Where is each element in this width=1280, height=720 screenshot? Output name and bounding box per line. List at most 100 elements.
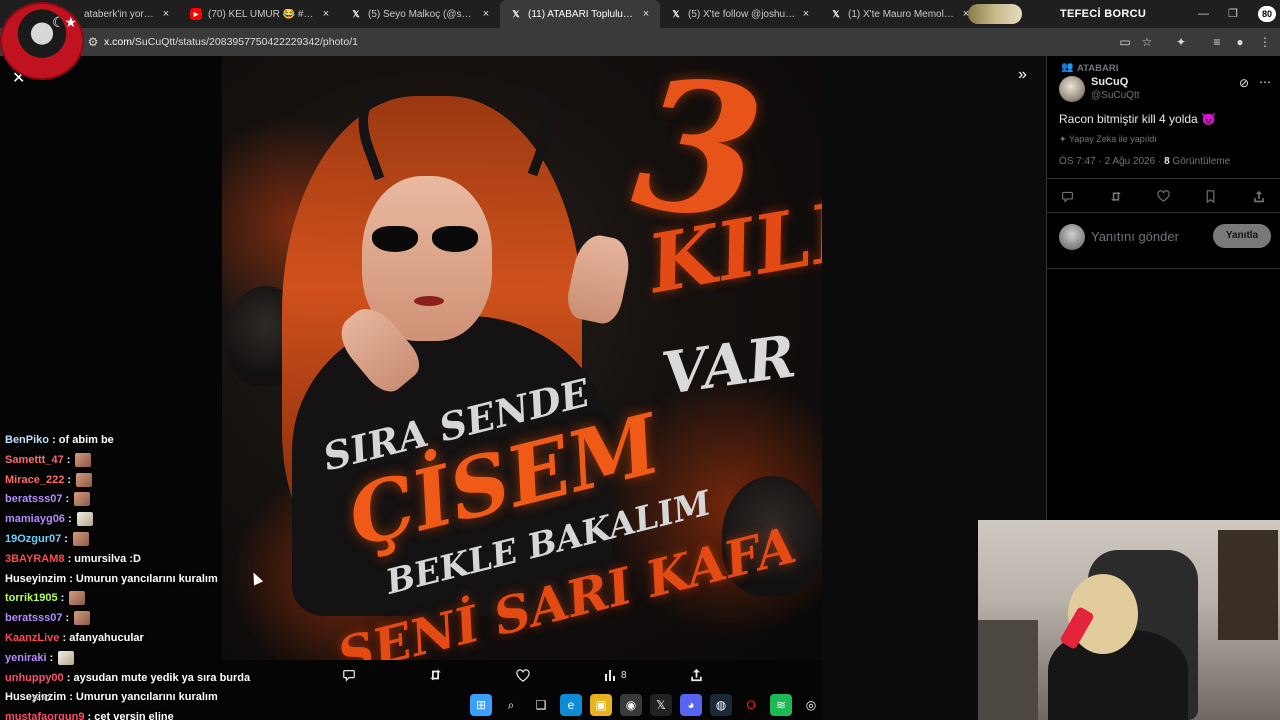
chat-username[interactable]: yeniraki xyxy=(5,652,47,664)
author-avatar[interactable] xyxy=(1059,76,1085,102)
tweet-sidebar: 👥 ATABARI SuCuQ @SuCuQtt ⊘ ⋯ Racon bitmi… xyxy=(1046,56,1280,520)
reply-icon[interactable] xyxy=(1061,190,1074,206)
tab-close-icon[interactable]: × xyxy=(320,8,332,20)
tab-title: (70) KEL UMUR 😂 #ataberkdo xyxy=(208,8,316,20)
site-info-icon[interactable]: ⚙ xyxy=(86,35,100,49)
stream-chat-overlay: BenPiko : of abim be Samettt_47 : Mirace_… xyxy=(0,402,270,720)
obs-icon[interactable]: ◎ xyxy=(800,694,822,716)
edge-icon[interactable]: e xyxy=(560,694,582,716)
profile-icon[interactable]: ● xyxy=(1233,35,1247,49)
chat-username[interactable]: KaanzLive xyxy=(5,632,59,644)
chat-username[interactable]: 3BAYRAM8 xyxy=(5,553,65,565)
grok-icon[interactable]: ⊘ xyxy=(1239,76,1249,90)
discord-icon[interactable]: ◕ xyxy=(680,694,702,716)
windows-start-icon[interactable]: ⊞ xyxy=(470,694,492,716)
menu-icon[interactable]: ⋮ xyxy=(1258,35,1272,49)
chat-separator: : xyxy=(59,632,70,644)
repost-icon[interactable] xyxy=(1109,190,1123,206)
cat-emote-icon xyxy=(58,650,75,665)
chat-separator: : xyxy=(84,711,95,720)
profile-pill[interactable] xyxy=(968,4,1022,24)
chat-separator: : xyxy=(64,552,75,565)
cast-icon[interactable]: ▭ xyxy=(1118,35,1132,49)
chat-username[interactable]: Samettt_47 xyxy=(5,454,64,466)
browser-tab[interactable]: ▶ (70) KEL UMUR 😂 #ataberkdo × xyxy=(180,0,340,28)
chat-message: BenPiko : of abim be xyxy=(5,431,114,449)
browser-tab[interactable]: 𝕏(1) X'te Mauro Memoli: "Star af× xyxy=(820,0,980,28)
chat-username[interactable]: BenPiko xyxy=(5,434,49,446)
share-icon[interactable] xyxy=(690,666,703,684)
file-explorer-icon[interactable]: ▣ xyxy=(590,694,612,716)
x-app-icon[interactable]: 𝕏 xyxy=(650,694,672,716)
reply-input[interactable]: Yanıtını gönder xyxy=(1091,229,1179,244)
tweet-photo[interactable]: 3 KILL VAR SIRA SENDE ÇİSEM BEKLE BAKALI… xyxy=(222,56,822,660)
chat-username[interactable]: Huseyinzim xyxy=(5,573,66,585)
chat-username[interactable]: unhuppy00 xyxy=(5,672,64,684)
browser-tab[interactable]: 𝕏 (5) Seyo Malkoç (@seyooo06) / × xyxy=(340,0,500,28)
steam-icon[interactable]: ◍ xyxy=(710,694,732,716)
chat-message: torrik1905 : xyxy=(5,589,86,607)
views-button[interactable]: 8 xyxy=(604,666,627,684)
tab-close-icon[interactable]: × xyxy=(160,8,172,20)
reply-icon[interactable] xyxy=(342,666,356,684)
author-name[interactable]: SuCuQ xyxy=(1091,76,1128,88)
chat-message: 3BAYRAM8 : umursilva :D xyxy=(5,550,141,568)
extensions-icon[interactable]: ✦ xyxy=(1174,35,1188,49)
tweet-time[interactable]: ÖS 7:47 · 2 Ağu 2026 · xyxy=(1059,156,1164,167)
reply-button[interactable]: Yanıtla xyxy=(1213,224,1271,248)
tab-close-icon[interactable]: × xyxy=(800,8,812,20)
expand-panel-icon[interactable]: » xyxy=(1018,66,1027,84)
like-icon[interactable] xyxy=(516,666,530,684)
minimize-icon[interactable]: — xyxy=(1198,0,1209,28)
restore-icon[interactable]: ❐ xyxy=(1228,0,1238,28)
chat-text: Umurun yancılarını kuralım xyxy=(75,691,218,704)
tab-close-icon[interactable]: × xyxy=(480,8,492,20)
chrome-icon[interactable]: ◉ xyxy=(620,694,642,716)
chat-message: beratsss07 : xyxy=(5,609,91,627)
tab-title: (1) X'te Mauro Memoli: "Star af xyxy=(848,8,956,20)
browser-toolbar: ⚙ x.com/SuCuQtt/status/20839577504222293… xyxy=(0,28,1280,56)
cat-emote-icon xyxy=(76,512,93,527)
tweet-text: Racon bitmiştir kill 4 yolda 😈 xyxy=(1059,112,1216,126)
share-icon[interactable] xyxy=(1253,190,1265,206)
chat-username[interactable]: Mirace_222 xyxy=(5,474,64,486)
chat-username[interactable]: beratsss07 xyxy=(5,493,63,505)
chat-message: mamiayg06 : xyxy=(5,510,93,528)
like-icon[interactable] xyxy=(1157,190,1170,205)
streamer-avatar xyxy=(0,2,84,80)
background-shelf xyxy=(1218,530,1278,640)
lips xyxy=(414,296,444,306)
repost-icon[interactable] xyxy=(428,666,443,684)
chat-separator: : xyxy=(62,612,73,625)
tab-close-icon[interactable]: × xyxy=(640,8,652,20)
views-icon xyxy=(605,670,615,681)
bookmark-icon[interactable] xyxy=(1205,190,1216,206)
author-handle[interactable]: @SuCuQtt xyxy=(1091,90,1140,101)
browser-tab[interactable]: 𝕏 (11) ATABARI Topluluk / X × xyxy=(500,0,660,28)
url-path: /SuCuQtt/status/2083957750422229342/phot… xyxy=(132,36,358,48)
browser-tab[interactable]: 𝕏 (5) X'te follow @joshuaxonsy: " × xyxy=(660,0,820,28)
face-emote-icon xyxy=(75,452,92,467)
chat-separator: : xyxy=(62,493,73,506)
reading-list-icon[interactable]: ≡ xyxy=(1210,35,1224,49)
more-options-icon[interactable]: ⋯ xyxy=(1259,75,1271,89)
chat-username[interactable]: torrik1905 xyxy=(5,592,58,604)
task-view-icon[interactable]: ❑ xyxy=(530,694,552,716)
community-label[interactable]: ATABARI xyxy=(1077,63,1118,74)
bookmark-star-icon[interactable]: ☆ xyxy=(1140,35,1154,49)
chat-text: afanyahucular xyxy=(69,632,144,644)
opera-icon[interactable]: O xyxy=(740,694,762,716)
screen: ataberk'in yorumu sonrası × ▶ (70) KEL UMUR… xyxy=(0,0,1280,720)
chat-username[interactable]: mustafaorgun9 xyxy=(5,711,84,720)
chat-username[interactable]: beratsss07 xyxy=(5,612,63,624)
current-user-avatar xyxy=(1059,224,1085,250)
chat-username[interactable]: 19Ozgur07 xyxy=(5,533,61,545)
chat-text: Umurun yancılarını kuralım xyxy=(75,572,218,585)
face-emote-icon xyxy=(76,472,93,487)
chat-separator: : xyxy=(61,533,72,545)
search-icon[interactable]: ⌕ xyxy=(500,694,522,716)
chat-username[interactable]: mamiayg06 xyxy=(5,513,65,525)
weather-widget[interactable]: 24°C xyxy=(32,694,50,703)
spotify-icon[interactable]: ≋ xyxy=(770,694,792,716)
address-bar[interactable]: x.com/SuCuQtt/status/2083957750422229342… xyxy=(104,28,358,56)
